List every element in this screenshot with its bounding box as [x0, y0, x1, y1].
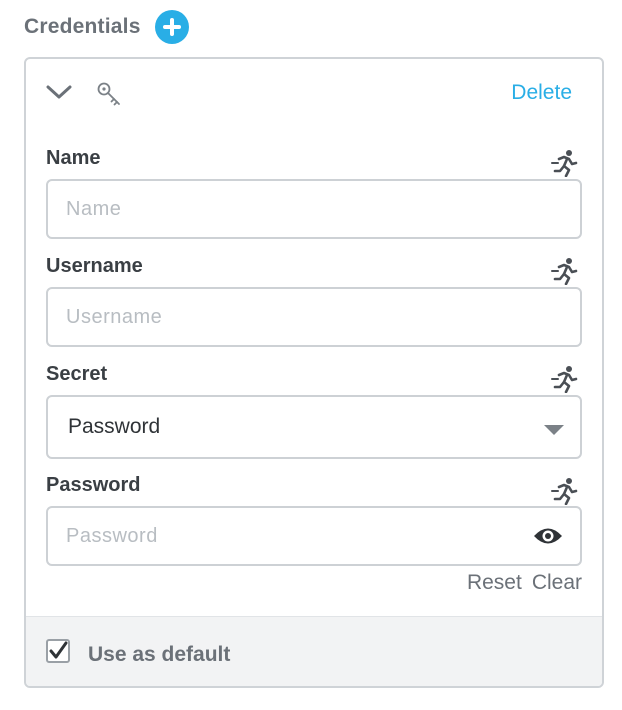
checkmark-icon: [49, 641, 68, 659]
use-default-label[interactable]: Use as default: [88, 643, 230, 667]
credential-card: Delete Name Username Secret Password Pas…: [24, 57, 604, 688]
clear-link[interactable]: Clear: [532, 571, 582, 595]
card-toolbar: Delete: [26, 59, 602, 129]
run-icon[interactable]: [550, 149, 580, 177]
username-input[interactable]: [46, 287, 582, 347]
password-input[interactable]: [46, 506, 582, 566]
secret-label: Secret: [46, 363, 108, 385]
reset-link[interactable]: Reset: [467, 571, 522, 595]
name-label: Name: [46, 147, 101, 169]
section-title: Credentials: [24, 15, 141, 38]
run-icon[interactable]: [550, 257, 580, 285]
caret-down-icon: [544, 425, 564, 435]
secret-type-select[interactable]: Password: [46, 395, 582, 459]
run-icon[interactable]: [550, 477, 580, 505]
secret-type-value: Password: [68, 415, 161, 438]
use-default-checkbox[interactable]: [46, 639, 70, 663]
card-footer: Use as default: [26, 616, 602, 686]
username-label: Username: [46, 255, 143, 277]
key-icon: [97, 82, 120, 106]
password-label: Password: [46, 474, 141, 496]
add-credential-button[interactable]: [154, 10, 189, 44]
chevron-down-icon[interactable]: [46, 83, 72, 101]
eye-icon[interactable]: [532, 525, 564, 547]
name-input[interactable]: [46, 179, 582, 239]
run-icon[interactable]: [550, 365, 580, 393]
delete-link[interactable]: Delete: [511, 81, 572, 105]
password-actions: Reset Clear: [467, 571, 582, 595]
credentials-header: Credentials: [24, 10, 189, 44]
